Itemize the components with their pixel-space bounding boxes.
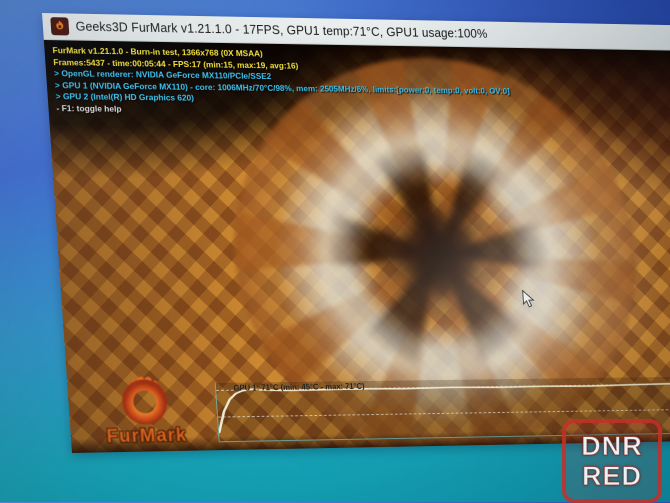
- furmark-flame-icon[interactable]: [50, 17, 69, 35]
- furmark-logo-text: FurMark: [92, 425, 201, 449]
- graph-label: GPU 1: 71°C (min: 45°C - max: 71°C): [233, 382, 365, 393]
- flame-glyph: [52, 19, 67, 33]
- watermark-line-2: RED: [582, 461, 642, 491]
- furmark-flame-ring-icon: [110, 369, 179, 426]
- window-title: Geeks3D FurMark v1.21.1.0 - 17FPS, GPU1 …: [75, 20, 488, 41]
- furmark-window: Geeks3D FurMark v1.21.1.0 - 17FPS, GPU1 …: [42, 13, 670, 453]
- mouse-cursor-icon: [522, 290, 535, 313]
- furmark-logo: FurMark: [88, 368, 201, 448]
- dnr-red-watermark: DNR RED: [562, 419, 662, 503]
- osd-stats-block: FurMark v1.21.1.0 - Burn-in test, 1366x7…: [52, 45, 511, 119]
- watermark-line-1: DNR: [581, 431, 643, 461]
- furmark-render-area: FurMark v1.21.1.0 - Burn-in test, 1366x7…: [44, 40, 670, 453]
